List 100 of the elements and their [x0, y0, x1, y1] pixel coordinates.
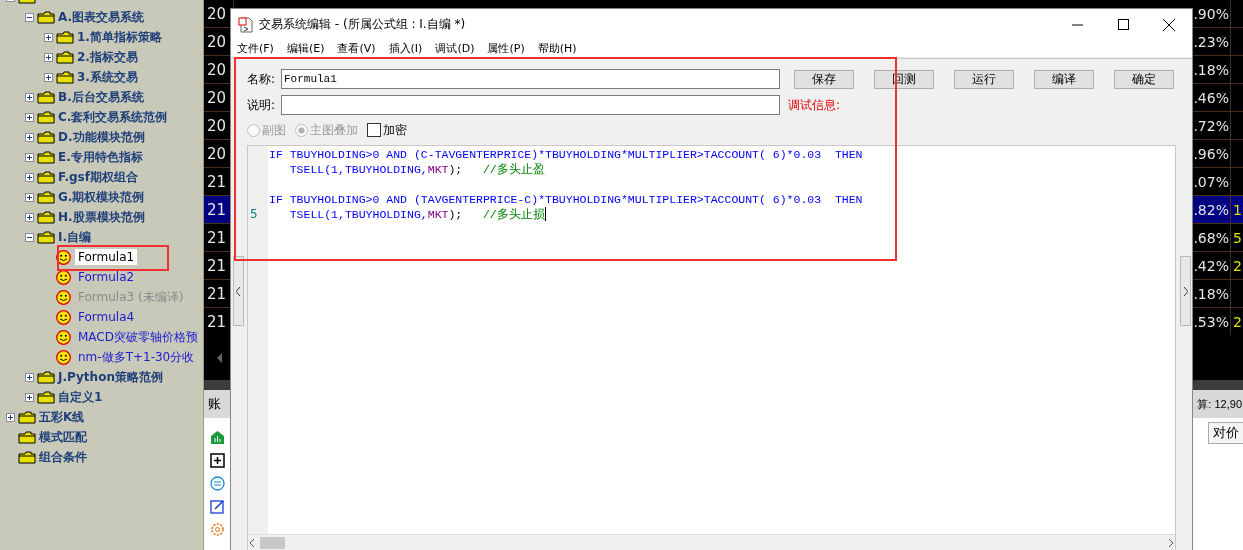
- line-number: 5: [249, 207, 259, 222]
- window-title: 交易系统编辑 - (所属公式组 : I.自编 *): [259, 16, 467, 33]
- expand-icon[interactable]: [6, 412, 15, 422]
- folder-icon: [37, 230, 55, 244]
- tree-item[interactable]: C.套利交易系统范例: [58, 108, 168, 126]
- checkbox[interactable]: [367, 123, 381, 137]
- expand-icon[interactable]: [25, 112, 34, 122]
- folder-icon: [56, 50, 74, 64]
- table-cell-text: 2: [1232, 256, 1243, 276]
- description-label: 说明:: [247, 96, 277, 114]
- folder-icon: [37, 130, 55, 144]
- tree-item[interactable]: E.专用特色指标: [58, 148, 143, 166]
- tree-item[interactable]: J.Python策略范例: [58, 368, 163, 386]
- name-field[interactable]: Formula1: [281, 69, 780, 89]
- account-tab[interactable]: 账: [208, 395, 221, 413]
- debug-info-label: 调试信息:: [788, 96, 841, 114]
- folder-icon: [37, 370, 55, 384]
- smiley-icon: [56, 289, 71, 305]
- expand-icon[interactable]: [25, 92, 34, 102]
- expand-icon[interactable]: [25, 372, 34, 382]
- smiley-icon: [56, 309, 71, 325]
- menu-item[interactable]: 属性(P): [487, 41, 525, 56]
- house-icon[interactable]: [210, 430, 225, 445]
- gear-icon[interactable]: [210, 522, 225, 537]
- table-cell-text: 2: [1232, 312, 1243, 332]
- folder-icon: [37, 390, 55, 404]
- tree-item[interactable]: 自定义1: [58, 388, 103, 406]
- toolbar-button[interactable]: 运行: [954, 69, 1014, 89]
- tree-item[interactable]: G.期权模块范例: [58, 188, 145, 206]
- smiley-icon: [56, 349, 71, 365]
- toolbar-button[interactable]: 编译: [1034, 69, 1094, 89]
- folder-icon: [37, 110, 55, 124]
- folder-icon: [18, 430, 36, 444]
- folder-icon: [56, 30, 74, 44]
- tree-item[interactable]: 3.系统交易: [77, 68, 138, 86]
- edit-icon[interactable]: [210, 499, 225, 514]
- tree-item[interactable]: 五彩K线: [39, 408, 85, 426]
- expand-icon[interactable]: [25, 152, 34, 162]
- expand-icon[interactable]: [25, 132, 34, 142]
- collapse-icon[interactable]: [25, 232, 34, 242]
- tree-item[interactable]: 2.指标交易: [77, 48, 138, 66]
- tree-item[interactable]: Formula1: [75, 249, 138, 265]
- scroll-left-icon[interactable]: [248, 538, 256, 548]
- collapse-icon[interactable]: [25, 12, 34, 22]
- expand-icon[interactable]: [25, 212, 34, 222]
- price-button[interactable]: 对价: [1208, 422, 1243, 444]
- expand-icon[interactable]: [44, 72, 53, 82]
- folder-icon: [18, 410, 36, 424]
- tree-item[interactable]: MACD突破零轴价格预: [75, 327, 201, 347]
- menu-item[interactable]: 查看(V): [337, 41, 376, 56]
- option-label: 主图叠加: [310, 121, 358, 139]
- expand-icon[interactable]: [25, 172, 34, 182]
- name-label: 名称:: [247, 70, 277, 88]
- menu-item[interactable]: 文件(F): [237, 41, 274, 56]
- code-line: IF TBUYHOLDING>0 AND (TAVGENTERPRICE-C)*TBUYHOLDING*MULTIPLIER>TACCOUNT( 6)*0.03 THEN: [269, 192, 863, 207]
- code-line: TSELL(1,TBUYHOLDING,MKT); //多头止损: [288, 207, 547, 222]
- menu-item[interactable]: 调试(D): [435, 41, 475, 56]
- expand-icon[interactable]: [25, 192, 34, 202]
- chevron-right-icon[interactable]: [1183, 286, 1188, 296]
- table-cell-text: 1: [1232, 200, 1243, 220]
- expand-icon[interactable]: [44, 32, 53, 42]
- table-cell-text: 5: [1232, 228, 1243, 248]
- code-line: TSELL(1,TBUYHOLDING,MKT); //多头止盈: [288, 162, 546, 177]
- toolbar-button[interactable]: 保存: [794, 69, 854, 89]
- menu-item[interactable]: 帮助(H): [537, 41, 577, 56]
- tree-item[interactable]: D.功能模块范例: [58, 128, 145, 146]
- chevron-left-icon[interactable]: [236, 286, 241, 296]
- tree-item[interactable]: 1.简单指标策略: [77, 28, 162, 46]
- folder-icon: [37, 170, 55, 184]
- plus-box-icon[interactable]: [210, 453, 225, 468]
- tree-item[interactable]: A.图表交易系统: [58, 8, 145, 26]
- tree-item[interactable]: 组合条件: [39, 448, 87, 466]
- tree-item[interactable]: nm-做多T+1-30分收: [75, 347, 198, 367]
- option-label: 加密: [383, 121, 407, 139]
- scroll-left-icon[interactable]: [216, 351, 224, 364]
- maximize-icon[interactable]: [1117, 19, 1129, 30]
- tree-item[interactable]: 模式匹配: [39, 428, 87, 446]
- code-line: IF TBUYHOLDING>0 AND (C-TAVGENTERPRICE)*TBUYHOLDING*MULTIPLIER>TACCOUNT( 6)*0.03 THEN: [269, 147, 863, 162]
- scroll-right-icon[interactable]: [1167, 538, 1175, 548]
- option-label: 副图: [262, 121, 286, 139]
- folder-icon: [37, 150, 55, 164]
- tree-item[interactable]: I.自编: [58, 228, 92, 246]
- tree-item[interactable]: F.gsf期权组合: [58, 168, 138, 186]
- summary-text: 算: 12,90: [1197, 396, 1242, 412]
- tree-item[interactable]: Formula2: [75, 269, 138, 285]
- close-icon[interactable]: [1163, 18, 1175, 31]
- folder-icon: [37, 10, 55, 24]
- scrollbar-thumb[interactable]: [260, 537, 285, 549]
- exchange-icon[interactable]: [210, 476, 225, 491]
- toolbar-button[interactable]: 确定: [1114, 69, 1174, 89]
- folder-icon: [18, 450, 36, 464]
- menu-item[interactable]: 插入(I): [388, 41, 423, 56]
- description-field[interactable]: [281, 95, 780, 115]
- tree-item[interactable]: B.后台交易系统: [58, 88, 144, 106]
- expand-icon[interactable]: [44, 52, 53, 62]
- tree-item[interactable]: H.股票模块范例: [58, 208, 145, 226]
- expand-icon[interactable]: [25, 392, 34, 402]
- tree-item[interactable]: Formula4: [75, 309, 138, 325]
- menu-item[interactable]: 编辑(E): [286, 41, 325, 56]
- smiley-icon: [56, 329, 71, 345]
